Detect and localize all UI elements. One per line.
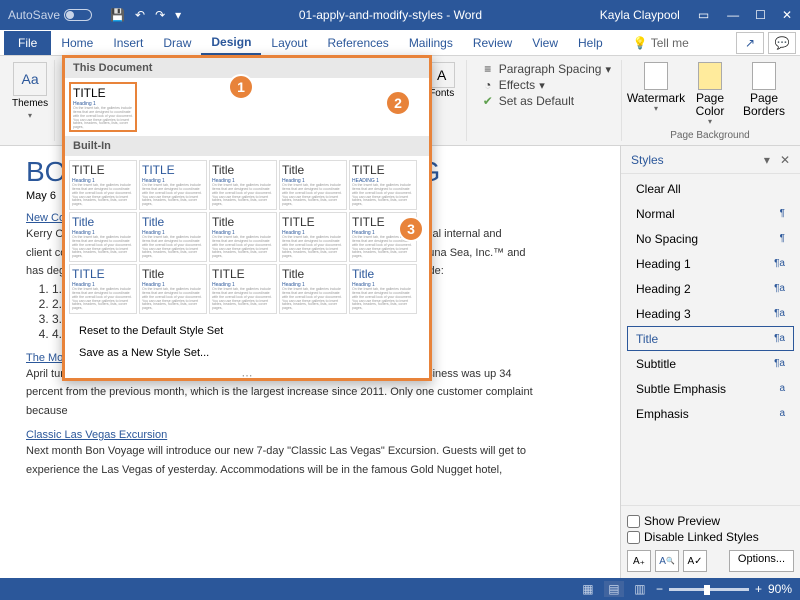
styles-pane-title: Styles	[631, 153, 664, 167]
style-set-thumb[interactable]: TitleHeading 1On the Insert tab, the gal…	[279, 160, 347, 210]
ribbon-tabs: File Home Insert Draw Design Layout Refe…	[0, 30, 800, 56]
callout-badge-1: 1	[228, 74, 254, 100]
quick-access-toolbar: 💾 ↶ ↷ ▾	[110, 8, 181, 22]
tab-design[interactable]: Design	[201, 31, 261, 55]
page-color-button[interactable]: Page Color▾	[684, 60, 736, 127]
style-set-dropdown: This Document TITLEHeading 1On the Inser…	[62, 55, 432, 381]
style-item[interactable]: Subtitle¶a	[627, 351, 794, 376]
style-item[interactable]: Heading 1¶a	[627, 251, 794, 276]
close-button[interactable]: ✕	[782, 8, 792, 22]
tab-layout[interactable]: Layout	[261, 32, 317, 54]
tab-home[interactable]: Home	[51, 32, 103, 54]
zoom-out-icon[interactable]: −	[656, 582, 663, 596]
minimize-button[interactable]: —	[727, 8, 739, 22]
style-set-thumb[interactable]: TitleHeading 1On the Insert tab, the gal…	[349, 264, 417, 314]
styles-options-button[interactable]: Options...	[729, 550, 794, 572]
zoom-level[interactable]: 90%	[768, 582, 792, 596]
style-item[interactable]: Normal¶	[627, 201, 794, 226]
pane-close-icon[interactable]: ✕	[780, 153, 790, 167]
comments-button[interactable]: 💬	[768, 32, 796, 54]
document-title: 01-apply-and-modify-styles - Word	[189, 8, 592, 22]
manage-styles-button[interactable]: A✓	[683, 550, 707, 572]
callout-badge-2: 2	[385, 90, 411, 116]
style-set-thumb[interactable]: TITLEHeading 1On the Insert tab, the gal…	[69, 160, 137, 210]
autosave-toggle[interactable]: AutoSave	[8, 8, 92, 22]
save-style-set[interactable]: Save as a New Style Set...	[65, 342, 429, 364]
style-set-thumb[interactable]: TitleHeading 1On the Insert tab, the gal…	[209, 160, 277, 210]
style-item[interactable]: Title¶a	[627, 326, 794, 351]
zoom-in-icon[interactable]: +	[755, 582, 762, 596]
redo-icon[interactable]: ↷	[155, 8, 165, 22]
web-layout-icon[interactable]: ▥	[630, 581, 650, 597]
style-set-thumb[interactable]: TitleHeading 1On the Insert tab, the gal…	[69, 212, 137, 262]
user-name[interactable]: Kayla Claypool	[600, 8, 680, 22]
tab-draw[interactable]: Draw	[153, 32, 201, 54]
reset-style-set[interactable]: Reset to the Default Style Set	[65, 320, 429, 342]
style-set-thumb[interactable]: TITLEHeading 1On the Insert tab, the gal…	[69, 82, 137, 132]
share-button[interactable]: ↗	[736, 32, 764, 54]
style-set-thumb[interactable]: TITLEHeading 1On the Insert tab, the gal…	[279, 212, 347, 262]
style-item[interactable]: Subtle Emphasisa	[627, 376, 794, 401]
tab-insert[interactable]: Insert	[103, 32, 153, 54]
undo-icon[interactable]: ↶	[135, 8, 145, 22]
print-layout-icon[interactable]: ▤	[604, 581, 624, 597]
tab-mailings[interactable]: Mailings	[399, 32, 463, 54]
titlebar: AutoSave 💾 ↶ ↷ ▾ 01-apply-and-modify-sty…	[0, 0, 800, 30]
dropdown-resize-icon[interactable]: ⋯	[65, 364, 429, 376]
style-inspector-button[interactable]: A🔍	[655, 550, 679, 572]
style-set-thumb[interactable]: TitleHeading 1On the Insert tab, the gal…	[279, 264, 347, 314]
style-set-thumb[interactable]: TITLEHeading 1On the Insert tab, the gal…	[139, 160, 207, 210]
style-item[interactable]: Emphasisa	[627, 401, 794, 426]
watermark-button[interactable]: Watermark▾	[630, 60, 682, 127]
ribbon-options-icon[interactable]: ▭	[698, 8, 709, 22]
tab-file[interactable]: File	[4, 31, 51, 55]
page-borders-button[interactable]: Page Borders	[738, 60, 790, 127]
statusbar: ▦ ▤ ▥ − + 90%	[0, 578, 800, 600]
zoom-slider[interactable]	[669, 588, 749, 591]
style-set-thumb[interactable]: TitleHeading 1On the Insert tab, the gal…	[209, 212, 277, 262]
style-set-thumb[interactable]: TitleHeading 1On the Insert tab, the gal…	[139, 264, 207, 314]
style-set-thumb[interactable]: TITLEHeading 1On the Insert tab, the gal…	[209, 264, 277, 314]
style-set-thumb[interactable]: TITLEHEADING 1On the Insert tab, the gal…	[349, 160, 417, 210]
themes-button[interactable]: Themes ▾	[10, 60, 50, 122]
disable-linked-checkbox[interactable]: Disable Linked Styles	[627, 530, 794, 544]
style-item[interactable]: Heading 2¶a	[627, 276, 794, 301]
styles-pane: Styles ▾✕ Clear AllNormal¶No Spacing¶Hea…	[620, 146, 800, 578]
tab-references[interactable]: References	[317, 32, 398, 54]
tell-me[interactable]: 💡 Tell me	[623, 32, 699, 54]
read-mode-icon[interactable]: ▦	[578, 581, 598, 597]
new-style-button[interactable]: A₊	[627, 550, 651, 572]
doc-heading-3: Classic Las Vegas Excursion	[26, 429, 602, 441]
effects-button[interactable]: ◔Effects ▾	[481, 78, 611, 92]
style-item[interactable]: Clear All	[627, 176, 794, 201]
save-icon[interactable]: 💾	[110, 8, 125, 22]
qat-more-icon[interactable]: ▾	[175, 8, 181, 22]
style-set-thumb[interactable]: TitleHeading 1On the Insert tab, the gal…	[139, 212, 207, 262]
pane-dropdown-icon[interactable]: ▾	[764, 153, 770, 167]
callout-badge-3: 3	[398, 216, 424, 242]
show-preview-checkbox[interactable]: Show Preview	[627, 514, 794, 528]
tab-view[interactable]: View	[522, 32, 568, 54]
tab-review[interactable]: Review	[463, 32, 522, 54]
style-item[interactable]: Heading 3¶a	[627, 301, 794, 326]
set-default-button[interactable]: ✔Set as Default	[481, 94, 611, 108]
maximize-button[interactable]: ☐	[755, 8, 766, 22]
tab-help[interactable]: Help	[568, 32, 613, 54]
style-set-thumb[interactable]: TITLEHeading 1On the Insert tab, the gal…	[69, 264, 137, 314]
paragraph-spacing-button[interactable]: ≡Paragraph Spacing ▾	[481, 62, 611, 76]
style-item[interactable]: No Spacing¶	[627, 226, 794, 251]
